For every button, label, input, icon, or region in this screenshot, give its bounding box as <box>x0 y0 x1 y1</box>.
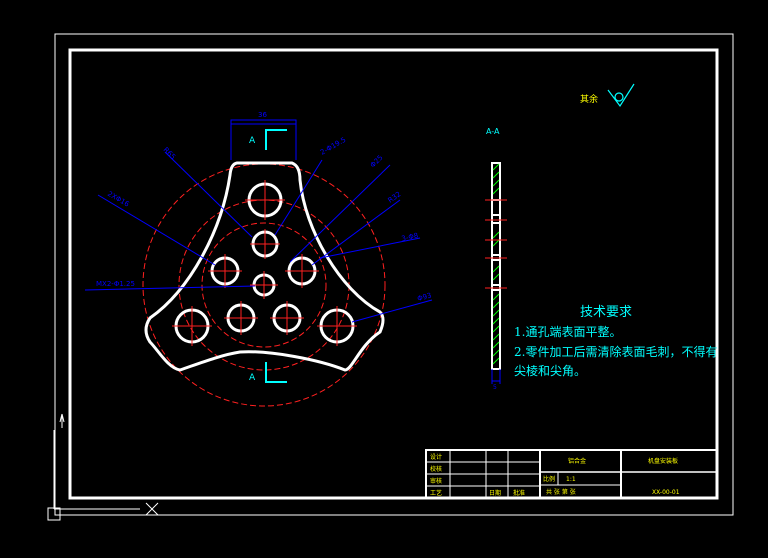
dim-d8: MX2-Φ1.25 <box>96 280 135 288</box>
tb-drawing-no: XX-00-01 <box>652 489 680 496</box>
view-marker-top: A <box>249 136 256 146</box>
outer-border <box>54 33 734 516</box>
tb-ratio-value: 1:1 <box>566 476 576 483</box>
ucs-axis-icon <box>47 413 159 521</box>
dim-top-width: 36 <box>258 111 267 119</box>
tb-approve-label: 批准 <box>513 489 525 497</box>
roughness-symbol-icon <box>607 83 635 108</box>
inner-border <box>68 48 719 500</box>
section-view <box>485 162 507 384</box>
dim-thickness: 5 <box>493 384 497 391</box>
tech-requirements-heading: 技术要求 <box>580 305 632 320</box>
tb-process-label: 工艺 <box>430 489 442 497</box>
tech-requirement-line-2b: 尖棱和尖角。 <box>514 363 586 378</box>
dim-d6: 2XΦ16 <box>106 190 131 209</box>
tb-date-label: 日期 <box>489 489 501 497</box>
tech-requirement-line-2a: 2.零件加工后需清除表面毛刺，不得有 <box>514 344 717 359</box>
dim-d4: R32 <box>387 190 403 204</box>
tech-requirement-line-1: 1.通孔端表面平整。 <box>514 324 621 339</box>
dim-d2: 2-Φ19.5 <box>319 136 347 157</box>
dim-d5: 3-Φ8 <box>401 232 419 243</box>
finish-label: 其余 <box>580 93 598 105</box>
dim-d3: Φ25 <box>369 154 385 170</box>
tb-checker-label: 校核 <box>430 465 442 473</box>
tb-approver-label: 审核 <box>430 477 442 485</box>
dim-d7: Φ93 <box>416 291 432 302</box>
tb-sheet-info: 共 张 第 张 <box>546 488 576 496</box>
section-label: A-A <box>486 127 500 136</box>
tb-ratio-label: 比例 <box>543 475 555 483</box>
dim-d1: R65 <box>162 146 177 161</box>
view-marker-bottom: A <box>249 373 256 383</box>
tb-designer-label: 设计 <box>430 453 442 461</box>
tb-material: 铝合金 <box>568 457 586 465</box>
cad-drawing-canvas: A A 36 R65 2-Φ19.5 Φ25 R32 3-Φ8 2XΦ16 Φ9… <box>47 33 734 521</box>
tb-part-name: 机盘安装板 <box>648 457 678 465</box>
